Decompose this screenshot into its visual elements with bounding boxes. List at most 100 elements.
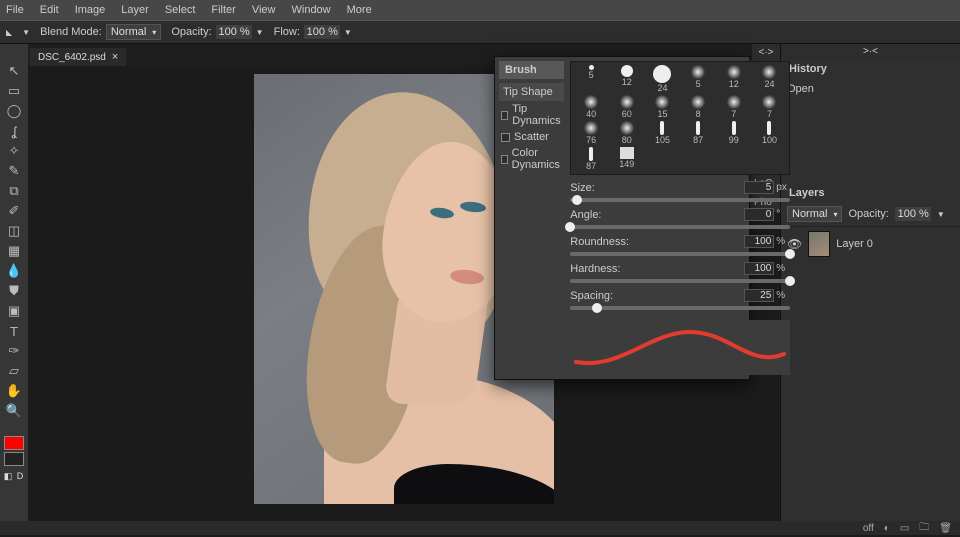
opacity-input[interactable]	[216, 25, 252, 39]
layer-thumb	[808, 231, 830, 257]
tool-wand[interactable]: ✧	[4, 142, 24, 160]
menu-select[interactable]: Select	[165, 4, 196, 16]
brush-preset[interactable]: 15	[646, 95, 680, 119]
brush-preset[interactable]: 7	[717, 95, 751, 119]
brush-preset[interactable]: 60	[610, 95, 644, 119]
slider-thumb[interactable]	[572, 195, 582, 205]
tool-select-rect[interactable]: ▭	[4, 82, 24, 100]
brush-preview	[570, 320, 790, 375]
tool-eyedropper[interactable]: ✑	[4, 342, 24, 360]
brush-preset[interactable]: 87	[574, 147, 608, 171]
brush-preset[interactable]: 12	[610, 65, 644, 93]
brush-preset[interactable]: 99	[717, 121, 751, 145]
chevron-down-icon[interactable]: ▼	[937, 210, 945, 219]
menu-window[interactable]: Window	[292, 4, 331, 16]
angle-input[interactable]	[744, 208, 774, 221]
spacing-label: Spacing:	[570, 290, 613, 302]
brush-tip-shape[interactable]: Tip Shape	[499, 83, 564, 101]
tool-shape[interactable]: ▱	[4, 362, 24, 380]
flow-label: Flow:	[274, 26, 300, 38]
brush-preset[interactable]: 24	[646, 65, 680, 93]
background-swatch[interactable]	[4, 452, 24, 466]
document-tab[interactable]: DSC_6402.psd ×	[30, 48, 126, 66]
brush-preset-size: 8	[696, 109, 701, 119]
tool-blur[interactable]: 💧	[4, 262, 24, 280]
trash-icon[interactable]: 🗑	[939, 523, 952, 534]
foreground-swatch[interactable]	[4, 436, 24, 450]
tool-zoom[interactable]: 🔍	[4, 402, 24, 420]
brush-preset[interactable]: 80	[610, 121, 644, 145]
size-input[interactable]	[744, 181, 774, 194]
menu-file[interactable]: File	[6, 4, 24, 16]
checkbox-icon[interactable]	[501, 133, 510, 142]
brush-presets: 51224512244060158777680105879910087149	[570, 61, 790, 175]
angle-label: Angle:	[570, 209, 601, 221]
history-panel: >·< History Open	[780, 44, 960, 184]
brush-preset[interactable]: 5	[574, 65, 608, 93]
tool-eraser[interactable]: ◫	[4, 222, 24, 240]
tool-lasso[interactable]: ʆ	[4, 122, 24, 140]
tool-paint-bucket[interactable]: ⛊	[4, 282, 24, 300]
layer-blend-select[interactable]: Normal ▾	[787, 206, 842, 222]
brush-dropdown-icon[interactable]: ▼	[22, 28, 30, 37]
chevron-down-icon[interactable]: ▼	[256, 28, 264, 37]
menu-more[interactable]: More	[347, 4, 372, 16]
brush-panel-tab[interactable]: Brush	[499, 61, 564, 79]
tool-select-ellipse[interactable]: ◯	[4, 102, 24, 120]
tool-crop[interactable]: ▣	[4, 302, 24, 320]
brush-preset[interactable]: 149	[610, 147, 644, 171]
brush-preset[interactable]: 12	[717, 65, 751, 93]
flow-input[interactable]	[304, 25, 340, 39]
layer-opacity-input[interactable]	[895, 207, 931, 221]
tool-hand[interactable]: ✋	[4, 382, 24, 400]
hardness-label: Hardness:	[570, 263, 620, 275]
spacing-input[interactable]	[744, 289, 774, 302]
brush-preset[interactable]: 40	[574, 95, 608, 119]
folder-icon[interactable]: 🗀	[919, 520, 929, 537]
menu-view[interactable]: View	[252, 4, 276, 16]
brush-preset[interactable]: 76	[574, 121, 608, 145]
menu-image[interactable]: Image	[75, 4, 106, 16]
brush-preset[interactable]: 5	[681, 65, 715, 93]
tool-pencil[interactable]: ✐	[4, 202, 24, 220]
brush-opt-color-dynamics[interactable]: Color Dynamics	[499, 145, 564, 173]
history-item[interactable]: Open	[787, 83, 954, 95]
tool-gradient[interactable]: ▦	[4, 242, 24, 260]
menu-filter[interactable]: Filter	[211, 4, 235, 16]
tool-move[interactable]: ↖	[4, 62, 24, 80]
tool-type[interactable]: T	[4, 322, 24, 340]
brush-opt-tip-dynamics[interactable]: Tip Dynamics	[499, 101, 564, 129]
menu-edit[interactable]: Edit	[40, 4, 59, 16]
spacing-slider[interactable]	[570, 306, 790, 310]
tool-preset-icon[interactable]: ◣	[6, 28, 12, 37]
checkbox-icon[interactable]	[501, 111, 508, 120]
slider-thumb[interactable]	[565, 222, 575, 232]
default-colors[interactable]: ◧ D	[4, 471, 25, 482]
hardness-slider[interactable]	[570, 279, 790, 283]
hardness-input[interactable]	[744, 262, 774, 275]
roundness-slider[interactable]	[570, 252, 790, 256]
mask-icon[interactable]: ◐	[884, 523, 890, 534]
brush-preset[interactable]: 105	[646, 121, 680, 145]
roundness-input[interactable]	[744, 235, 774, 248]
brush-opt-scatter[interactable]: Scatter	[499, 129, 564, 145]
chevron-down-icon[interactable]: ▼	[344, 28, 352, 37]
slider-thumb[interactable]	[592, 303, 602, 313]
brush-preset[interactable]: 24	[753, 65, 787, 93]
brush-preset[interactable]: 7	[753, 95, 787, 119]
new-layer-icon[interactable]: ▭	[900, 523, 909, 534]
tool-brush[interactable]: ✎	[4, 162, 24, 180]
brush-preset[interactable]: 87	[681, 121, 715, 145]
layer-row[interactable]: 👁Layer 0	[781, 227, 960, 261]
size-slider[interactable]	[570, 198, 790, 202]
panel-collapse-right[interactable]: >·<	[781, 44, 960, 60]
tool-clone[interactable]: ⧉	[4, 182, 24, 200]
brush-preset[interactable]: 100	[753, 121, 787, 145]
menu-layer[interactable]: Layer	[121, 4, 149, 16]
panel-collapse-left[interactable]: <·>	[752, 44, 780, 60]
checkbox-icon[interactable]	[501, 155, 508, 164]
angle-slider[interactable]	[570, 225, 790, 229]
close-icon[interactable]: ×	[112, 51, 118, 63]
brush-preset[interactable]: 8	[681, 95, 715, 119]
blend-mode-select[interactable]: Normal ▾	[106, 24, 161, 40]
